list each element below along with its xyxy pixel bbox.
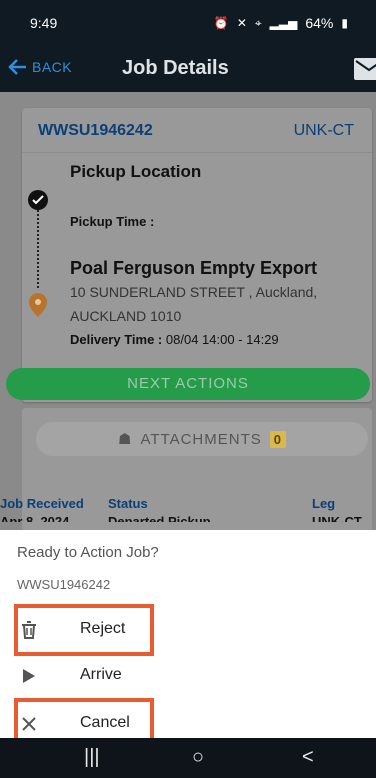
route-connector: [37, 210, 39, 288]
next-actions-button[interactable]: NEXT ACTIONS: [6, 368, 370, 400]
arrow-left-icon: [8, 59, 26, 75]
arrive-label: Arrive: [80, 666, 122, 683]
delivery-time: Delivery Time : 08/04 14:00 - 14:29: [70, 332, 279, 347]
reject-highlight: [14, 604, 154, 656]
column-header-job-received: Job Received: [0, 496, 84, 511]
action-bottom-sheet: Ready to Action Job? WWSU1946242 Reject …: [0, 530, 376, 750]
recents-button[interactable]: |||: [84, 746, 100, 769]
home-button[interactable]: ○: [192, 746, 204, 769]
status-time: 9:49: [30, 15, 58, 31]
status-icons: ⏰ ✕ ⌖ ▂▃▅ 64% ▮: [214, 15, 348, 31]
attachments-button[interactable]: ☗ ATTACHMENTS 0: [36, 422, 368, 456]
mute-icon: ✕: [236, 16, 247, 30]
job-details-content: WWSU1946242 UNK-CT Pickup Location Picku…: [0, 92, 376, 530]
column-header-leg: Leg: [312, 496, 336, 511]
battery-icon: ▮: [341, 16, 348, 30]
port-code: UNK-CT: [293, 122, 354, 139]
job-card: WWSU1946242 UNK-CT: [22, 108, 372, 402]
check-icon: [28, 190, 48, 210]
attachments-count-badge: 0: [269, 430, 286, 448]
back-button[interactable]: BACK: [6, 56, 72, 78]
mail-icon[interactable]: [354, 58, 376, 80]
system-nav-bar: ||| ○ <: [0, 738, 376, 778]
status-bar: 9:49 ⏰ ✕ ⌖ ▂▃▅ 64% ▮: [0, 0, 376, 46]
delivery-time-value: 08/04 14:00 - 14:29: [165, 332, 279, 347]
consignee-name: Poal Ferguson Empty Export: [70, 258, 318, 278]
location-pin-icon: [28, 292, 48, 323]
attachments-label: ATTACHMENTS: [140, 430, 262, 448]
container-id[interactable]: WWSU1946242: [38, 122, 153, 140]
battery-percent: 64%: [305, 15, 334, 31]
alarm-icon: ⏰: [213, 16, 229, 30]
back-label: BACK: [32, 59, 73, 75]
address-line-1: 10 SUNDERLAND STREET , Auckland,: [70, 284, 318, 300]
sheet-subtitle: WWSU1946242: [17, 577, 111, 592]
back-nav-button[interactable]: <: [302, 746, 314, 769]
app-bar: BACK Job Details: [0, 46, 376, 92]
pickup-time-label: Pickup Time :: [70, 214, 155, 229]
delivery-time-label: Delivery Time :: [70, 332, 163, 347]
arrive-option[interactable]: Arrive: [0, 654, 376, 698]
signal-icon: ▂▃▅: [269, 16, 298, 30]
page-title: Job Details: [122, 57, 229, 79]
attachment-icon: ☗: [118, 431, 133, 448]
column-header-status: Status: [108, 496, 148, 511]
address-line-2: AUCKLAND 1010: [70, 308, 182, 324]
play-icon: [18, 665, 40, 687]
location-icon: ⌖: [254, 15, 262, 30]
job-card-header: WWSU1946242 UNK-CT: [22, 108, 372, 153]
sheet-title: Ready to Action Job?: [17, 544, 159, 561]
pickup-location-title: Pickup Location: [70, 162, 202, 181]
attachments-card: ☗ ATTACHMENTS 0: [22, 408, 372, 530]
